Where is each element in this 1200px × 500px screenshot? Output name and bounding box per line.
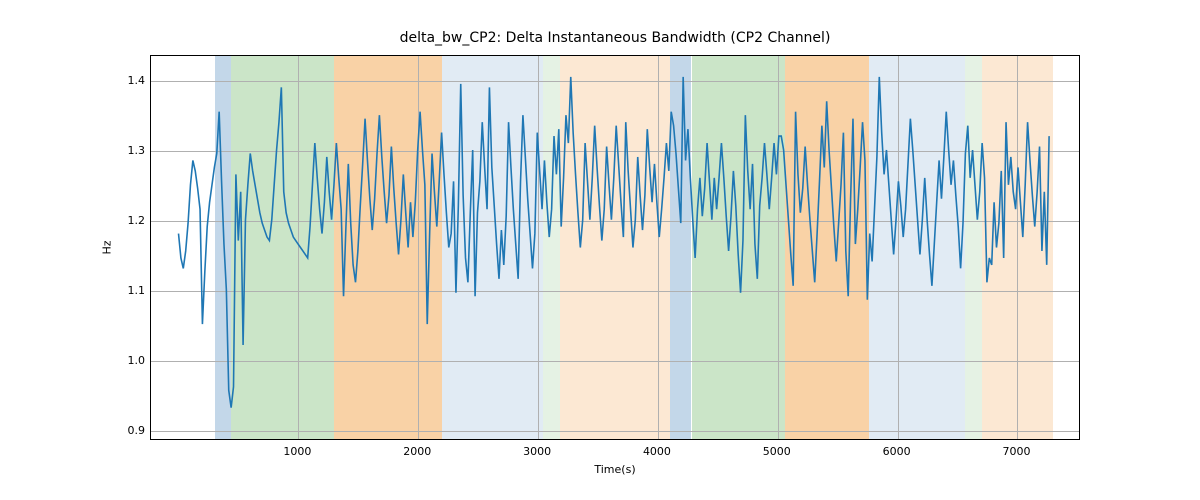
x-tick-label: 5000 bbox=[747, 445, 807, 458]
y-tick-label: 1.0 bbox=[115, 354, 145, 367]
x-tick-label: 4000 bbox=[627, 445, 687, 458]
y-tick-label: 1.1 bbox=[115, 284, 145, 297]
line-path bbox=[179, 77, 1050, 408]
x-tick-label: 3000 bbox=[507, 445, 567, 458]
y-axis-label: Hz bbox=[100, 55, 114, 440]
y-tick-label: 0.9 bbox=[115, 424, 145, 437]
y-tick-label: 1.4 bbox=[115, 74, 145, 87]
x-tick-label: 2000 bbox=[387, 445, 447, 458]
plot-inner bbox=[151, 56, 1079, 439]
y-tick-label: 1.3 bbox=[115, 144, 145, 157]
y-tick-label: 1.2 bbox=[115, 214, 145, 227]
x-tick-label: 1000 bbox=[267, 445, 327, 458]
line-series bbox=[151, 56, 1079, 439]
figure: delta_bw_CP2: Delta Instantaneous Bandwi… bbox=[0, 0, 1200, 500]
x-tick-label: 7000 bbox=[986, 445, 1046, 458]
x-axis-label: Time(s) bbox=[150, 463, 1080, 476]
x-tick-label: 6000 bbox=[867, 445, 927, 458]
plot-area bbox=[150, 55, 1080, 440]
chart-title: delta_bw_CP2: Delta Instantaneous Bandwi… bbox=[150, 30, 1080, 46]
